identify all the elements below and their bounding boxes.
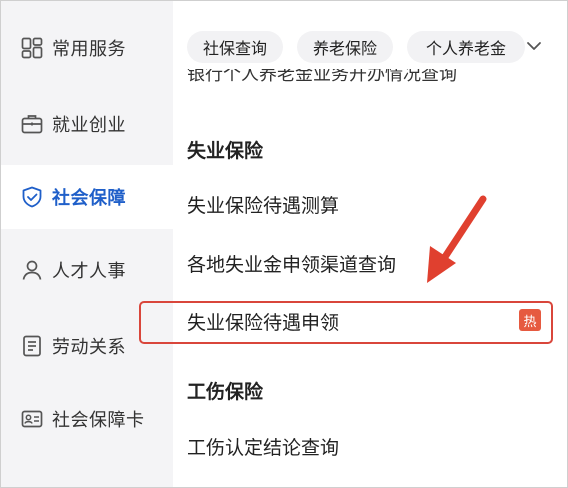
screen: 常用服务 就业创业 社会保障 人才人事 劳动关系 社会保障卡 社保查询 养老保险… bbox=[0, 0, 568, 488]
annotation-arrow-icon bbox=[427, 195, 487, 283]
